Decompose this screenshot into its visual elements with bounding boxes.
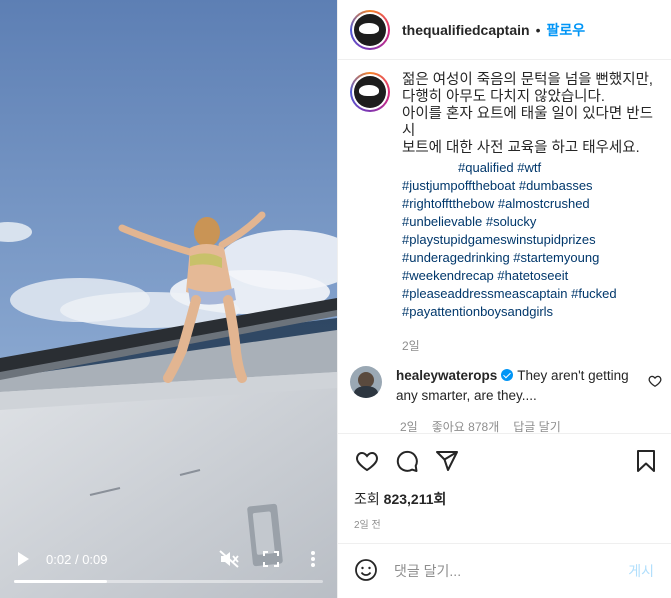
follow-button[interactable]: 팔로우 [546, 20, 585, 40]
commenter-username[interactable]: healeywaterops [396, 368, 497, 383]
play-icon[interactable] [14, 550, 32, 568]
comment-item: healeywaterops They aren't getting any sm… [350, 366, 662, 406]
post-date[interactable]: 2일 전 [354, 516, 381, 531]
verified-badge-icon [501, 369, 514, 381]
bookmark-icon[interactable] [633, 448, 659, 474]
more-vertical-icon[interactable] [303, 549, 323, 569]
emoji-icon[interactable] [354, 558, 380, 584]
action-bar [354, 448, 659, 474]
heart-icon[interactable] [354, 448, 380, 474]
post-panel: thequalifiedcaptain • 팔로우 젊은 여성이 죽음의 문턱을… [337, 0, 671, 598]
caption-time-ago[interactable]: 2일 [402, 337, 662, 354]
caption-text: 젊은 여성이 죽음의 문턱을 넘을 뻔했지만, 다행히 아무도 다치지 않았습니… [402, 72, 653, 156]
post-caption: 젊은 여성이 죽음의 문턱을 넘을 뻔했지만, 다행히 아무도 다치지 않았습니… [350, 72, 662, 354]
heart-icon[interactable] [648, 374, 662, 388]
post-actions-area: 조회 823,211회 2일 전 [338, 433, 671, 543]
time-current: 0:02 [46, 551, 72, 567]
mute-icon[interactable] [219, 549, 239, 569]
author-avatar[interactable] [350, 9, 390, 50]
hashtag-line[interactable]: #pleaseaddressmeascaptain #fucked [402, 285, 662, 303]
separator-dot: • [535, 21, 541, 38]
hashtag-line[interactable]: #payattentionboysandgirls [402, 303, 662, 321]
video-progress-bar[interactable] [14, 580, 323, 583]
views-number: 823,211회 [383, 491, 447, 507]
view-count[interactable]: 조회 823,211회 [354, 489, 446, 509]
comment-input[interactable] [394, 563, 629, 579]
commenter-avatar[interactable] [350, 366, 382, 398]
fullscreen-icon[interactable] [261, 549, 281, 569]
hashtag-line[interactable]: #qualified #wtf [402, 159, 662, 177]
video-progress-fill [14, 580, 107, 583]
hashtag-line[interactable]: #playstupidgameswinstupidprizes [402, 231, 662, 249]
caption-avatar[interactable] [350, 72, 390, 112]
comment-icon[interactable] [394, 448, 420, 474]
time-separator: / [74, 551, 79, 567]
hashtag-line[interactable]: #unbelievable #solucky [402, 213, 662, 231]
video-controls: 0:02 / 0:09 [0, 534, 337, 598]
video-time: 0:02 / 0:09 [46, 552, 108, 567]
hashtag-line[interactable]: #rightofftthebow #almostcrushed [402, 195, 662, 213]
hashtag-line[interactable]: #underagedrinking #startemyoung [402, 249, 662, 267]
post-comment-button[interactable]: 게시 [628, 561, 654, 581]
views-label: 조회 [354, 491, 380, 507]
author-username[interactable]: thequalifiedcaptain [402, 22, 530, 38]
share-icon[interactable] [434, 448, 460, 474]
hashtag-list: #qualified #wtf #justjumpofftheboat #dum… [402, 159, 662, 321]
video-player[interactable]: 0:02 / 0:09 [0, 0, 337, 598]
time-total: 0:09 [82, 551, 108, 567]
hashtag-line[interactable]: #justjumpofftheboat #dumbasses [402, 177, 662, 195]
comment-composer: 게시 [338, 543, 671, 598]
hashtag-line[interactable]: #weekendrecap #hatetoseeit [402, 267, 662, 285]
video-frame [0, 0, 337, 598]
post-header: thequalifiedcaptain • 팔로우 [338, 0, 671, 60]
